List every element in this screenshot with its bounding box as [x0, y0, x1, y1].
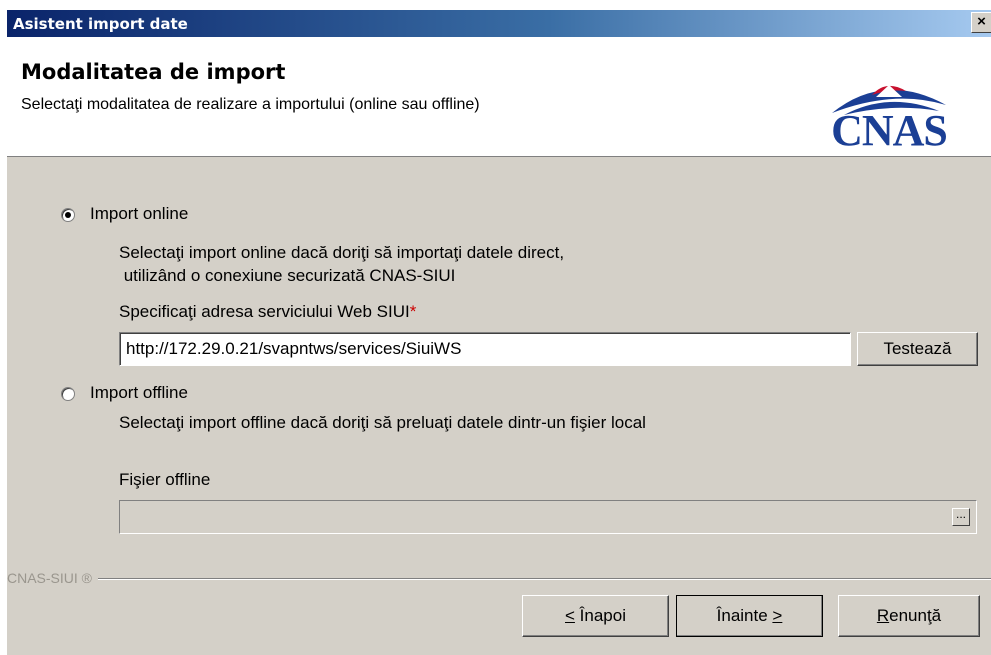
footer-separator: CNAS-SIUI ®	[7, 570, 991, 590]
next-hotkey: >	[772, 606, 783, 625]
test-button[interactable]: Testează	[857, 332, 978, 366]
window-title: Asistent import date	[13, 15, 188, 33]
footer-line	[7, 578, 991, 580]
cnas-logo-text: CNAS	[831, 106, 948, 155]
back-label: Înapoi	[574, 606, 626, 625]
import-online-label[interactable]: Import online	[90, 204, 188, 224]
cancel-label: enunţă	[889, 606, 942, 625]
cancel-hotkey: R	[876, 606, 890, 625]
footer-brand: CNAS-SIUI ®	[7, 570, 98, 586]
service-address-input[interactable]: http://172.29.0.21/svapntws/services/Siu…	[119, 332, 851, 366]
online-description-line1: Selectaţi import online dacă doriţi să i…	[119, 243, 565, 262]
cancel-button[interactable]: Renunţă	[838, 595, 980, 637]
page-title: Modalitatea de import	[21, 60, 286, 84]
import-offline-label[interactable]: Import offline	[90, 383, 188, 403]
next-button[interactable]: Înainte >	[676, 595, 823, 637]
wizard-header: Modalitatea de import Selectaţi modalita…	[7, 37, 991, 157]
address-label: Specificaţi adresa serviciului Web SIUI*	[119, 302, 416, 322]
close-button[interactable]: ×	[971, 12, 991, 33]
close-icon: ×	[977, 13, 986, 30]
offline-description: Selectaţi import offline dacă doriţi să …	[119, 413, 646, 432]
address-label-text: Specificaţi adresa serviciului Web SIUI	[119, 302, 410, 321]
offline-file-label: Fişier offline	[119, 470, 211, 489]
back-hotkey: <	[565, 606, 575, 625]
back-button[interactable]: < Înapoi	[522, 595, 669, 637]
radio-selected-dot	[65, 212, 71, 218]
ellipsis-icon: ...	[955, 507, 966, 521]
cnas-logo: CNAS	[814, 75, 964, 155]
offline-file-input[interactable]: ...	[119, 500, 977, 534]
page-subtitle: Selectaţi modalitatea de realizare a imp…	[21, 96, 480, 113]
import-online-radio[interactable]	[61, 208, 75, 222]
required-marker: *	[409, 302, 417, 321]
next-label: Înainte	[716, 606, 773, 625]
import-offline-radio[interactable]	[61, 387, 75, 401]
browse-button[interactable]: ...	[952, 508, 970, 526]
online-description-line2: utilizând o conexiune securizată CNAS-SI…	[119, 266, 456, 285]
title-bar[interactable]: Asistent import date ×	[7, 10, 991, 37]
import-wizard-dialog: Asistent import date × Modalitatea de im…	[6, 10, 991, 655]
